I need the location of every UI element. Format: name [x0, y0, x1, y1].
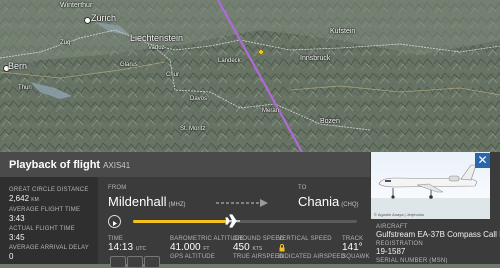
callsign: AXIS41 [103, 161, 131, 170]
actual-flight-time-value: 3:45 [9, 233, 25, 242]
airplane-icon[interactable] [225, 214, 241, 228]
map-label-bern: Bern [8, 61, 28, 71]
map-label-winterthur: Winterthur [60, 2, 93, 9]
map-label-liechtenstein: Liechtenstein [130, 33, 184, 43]
baro-altitude-unit: FT [203, 246, 210, 252]
map-label-merano: Meran [262, 108, 280, 114]
destination-city: Chania (CHQ) [298, 194, 359, 209]
collapse-button[interactable] [110, 256, 126, 268]
aircraft-image [371, 164, 490, 219]
playback-timeline[interactable] [133, 220, 357, 223]
lock-icon [279, 244, 285, 252]
map-label-glarus: Glarus [120, 62, 138, 68]
time-number: 14:13 [108, 242, 134, 253]
city-dot [84, 17, 91, 24]
map-label-landeck: Landeck [218, 58, 241, 64]
map-label-thun: Thun [18, 85, 32, 91]
route-arrow-icon [216, 199, 268, 207]
from-label: FROM [108, 185, 127, 191]
avg-arrival-delay-value: 0 [9, 252, 14, 261]
timeline-progress [133, 220, 230, 223]
close-button[interactable]: ✕ [475, 153, 490, 168]
squawk-label: SQUAWK [342, 254, 370, 260]
ground-speed-number: 450 [233, 242, 250, 253]
map-label-zug: Zug [60, 40, 71, 46]
gps-altitude-label: GPS ALTITUDE [170, 254, 215, 260]
great-circle-unit: KM [31, 197, 39, 203]
photo-credit[interactable]: © Agustin Anaya | Jetphotos [374, 212, 424, 217]
serial-number-label: SERIAL NUMBER (MSN) [376, 258, 448, 264]
map-label-vaduz: Vaduz [148, 45, 165, 51]
time-unit: UTC [135, 246, 147, 252]
true-airspeed-label: TRUE AIRSPEED [233, 254, 284, 260]
avg-arrival-delay-label: AVERAGE ARRIVAL DELAY [9, 245, 90, 251]
map-label-zurich: Zürich [91, 13, 117, 23]
ground-speed-value: 450 KTS [233, 242, 262, 253]
actual-flight-time-label: ACTUAL FLIGHT TIME [9, 226, 75, 232]
to-label: TO [298, 185, 307, 191]
avg-flight-time-label: AVERAGE FLIGHT TIME [9, 207, 81, 213]
play-button[interactable] [108, 215, 121, 228]
track-value: 141° [342, 242, 363, 253]
map-label-chur: Chur [166, 72, 180, 78]
baro-altitude-value: 41.000 FT [170, 242, 209, 253]
great-circle-value: 2,642 KM [9, 194, 39, 203]
map-label-bozen: Bozen [320, 118, 340, 125]
ground-speed-unit: KTS [252, 246, 263, 252]
playback-title-text: Playback of flight [9, 159, 101, 171]
vertical-speed-label: VERTICAL SPEED [278, 236, 332, 242]
speed-button[interactable] [127, 256, 143, 268]
map-label-innsbruck: Innsbruck [300, 55, 331, 62]
indicated-airspeed-label: INDICATED AIRSPEED [278, 254, 346, 260]
destination-code: (CHQ) [341, 202, 359, 208]
play-icon [113, 221, 117, 226]
aircraft-type-value: Gulfstream EA-37B Compass Call II [376, 230, 500, 239]
map-label-st-moritz: St. Moritz [180, 126, 206, 132]
aircraft-photo[interactable] [371, 152, 490, 219]
baro-altitude-number: 41.000 [170, 242, 201, 253]
time-value: 14:13 UTC [108, 242, 146, 253]
avg-flight-time-value: 3:43 [9, 214, 25, 223]
map-label-kufstein: Kufstein [330, 28, 356, 35]
origin-city-name: Mildenhall [108, 194, 167, 209]
share-button[interactable] [144, 256, 160, 268]
origin-code: (MHZ) [168, 202, 186, 208]
great-circle-number: 2,642 [9, 194, 30, 203]
great-circle-label: GREAT CIRCLE DISTANCE [9, 187, 89, 193]
destination-city-name: Chania [298, 194, 340, 209]
origin-city: Mildenhall (MHZ) [108, 194, 186, 209]
playback-title: Playback of flight AXIS41 [9, 159, 130, 171]
map-label-davos: Davos [190, 96, 208, 102]
registration-value: 19-1587 [376, 247, 406, 256]
